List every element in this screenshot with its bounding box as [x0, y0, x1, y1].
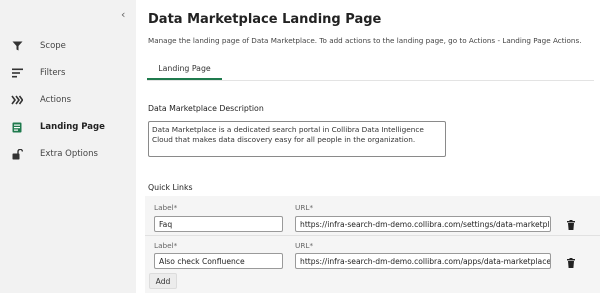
chevrons-right-icon	[8, 95, 26, 105]
unlock-icon	[8, 148, 26, 160]
sidebar-item-filters[interactable]: Filters	[0, 60, 136, 86]
sidebar-item-label: Scope	[40, 41, 66, 51]
quick-link-label-input[interactable]: Faq	[154, 216, 283, 232]
sidebar-item-landing-page[interactable]: Landing Page	[0, 114, 136, 140]
funnel-icon	[8, 41, 26, 51]
label-caption: Label*	[154, 241, 178, 250]
tab-divider	[147, 80, 594, 81]
sidebar: ‹ Scope Filters Actions Landing Page Ext…	[0, 0, 136, 293]
row-divider	[145, 235, 600, 236]
quick-link-label-input[interactable]: Also check Confluence	[154, 253, 283, 269]
sidebar-item-scope[interactable]: Scope	[0, 33, 136, 59]
url-caption: URL*	[295, 203, 314, 212]
sidebar-item-label: Landing Page	[40, 122, 105, 132]
quick-link-url-input[interactable]: https://infra-search-dm-demo.collibra.co…	[295, 216, 551, 232]
filter-lines-icon	[8, 68, 26, 78]
chevron-left-icon[interactable]: ‹	[121, 9, 125, 20]
quick-links-panel: Label* URL* Faq https://infra-search-dm-…	[145, 196, 600, 293]
trash-icon[interactable]	[566, 219, 576, 231]
tab-landing-page[interactable]: Landing Page	[147, 58, 222, 80]
page-title: Data Marketplace Landing Page	[148, 12, 382, 27]
label-caption: Label*	[154, 203, 178, 212]
quick-link-url-input[interactable]: https://infra-search-dm-demo.collibra.co…	[295, 253, 551, 269]
sidebar-item-extra-options[interactable]: Extra Options	[0, 141, 136, 167]
description-textarea[interactable]: Data Marketplace is a dedicated search p…	[148, 121, 446, 157]
quick-links-heading: Quick Links	[148, 183, 193, 192]
trash-icon[interactable]	[566, 257, 576, 269]
add-quick-link-button[interactable]: Add	[149, 273, 177, 289]
sidebar-item-actions[interactable]: Actions	[0, 87, 136, 113]
sidebar-item-label: Extra Options	[40, 149, 98, 159]
sidebar-item-label: Actions	[40, 95, 72, 105]
main-content: Data Marketplace Landing Page Manage the…	[136, 0, 605, 293]
landing-page-icon	[8, 122, 26, 133]
url-caption: URL*	[295, 241, 314, 250]
page-subtitle: Manage the landing page of Data Marketpl…	[148, 36, 582, 45]
sidebar-item-label: Filters	[40, 68, 66, 78]
description-heading: Data Marketplace Description	[148, 104, 264, 113]
